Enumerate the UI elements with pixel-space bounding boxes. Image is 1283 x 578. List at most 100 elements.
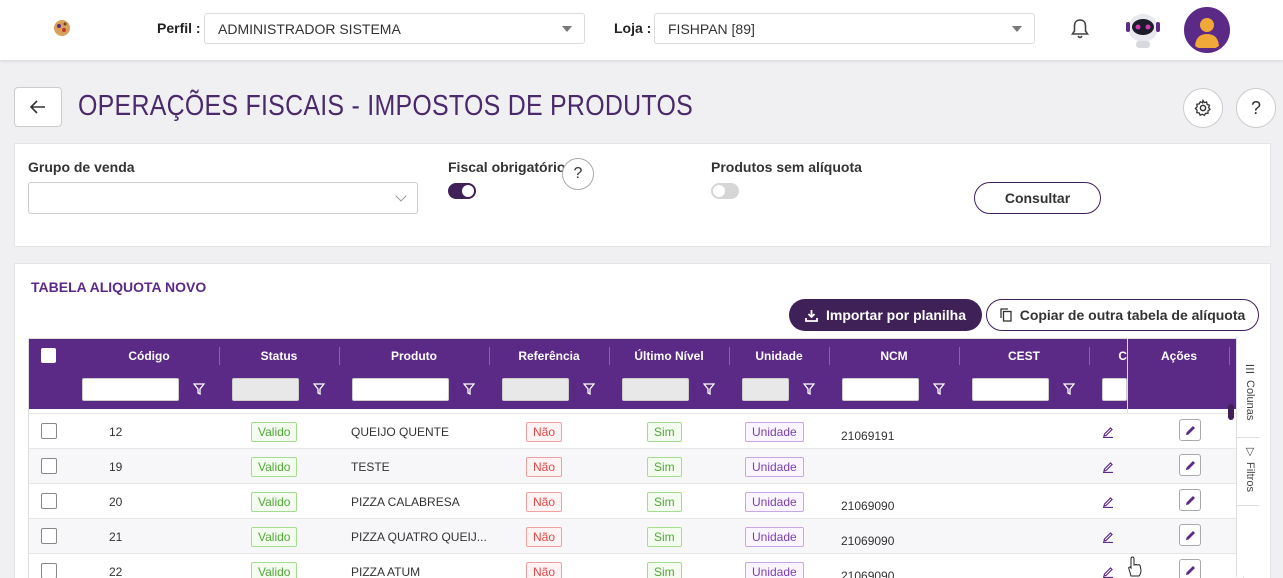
status-badge: Valido (251, 491, 298, 512)
pencil-icon (1185, 565, 1195, 575)
copy-icon (1000, 308, 1012, 322)
filter-input-referencia[interactable] (502, 378, 569, 401)
help-button[interactable]: ? (1236, 88, 1276, 128)
unidade-badge: Unidade (745, 526, 804, 547)
column-header-produto[interactable]: Produto (339, 339, 489, 373)
copy-from-table-button[interactable]: Copiar de outra tabela de alíquota (986, 299, 1259, 331)
bell-icon[interactable] (1070, 18, 1090, 40)
page-title: OPERAÇÕES FISCAIS - IMPOSTOS DE PRODUTOS (78, 90, 693, 122)
fiscal-obrigatorio-label: Fiscal obrigatório (448, 159, 566, 175)
import-spreadsheet-button[interactable]: Importar por planilha (789, 299, 982, 331)
consultar-button[interactable]: Consultar (974, 182, 1101, 214)
cell-produto: QUEIJO QUENTE (351, 424, 450, 439)
row-checkbox[interactable] (41, 458, 57, 474)
filter-icon[interactable] (933, 383, 945, 395)
filter-input-ultimo-nivel[interactable] (622, 378, 689, 401)
side-tab-columns[interactable]: ☰ Colunas (1237, 363, 1259, 427)
filter-input-unidade[interactable] (742, 378, 789, 401)
pencil-icon (1185, 425, 1195, 435)
status-badge: Valido (251, 456, 298, 477)
table-card: TABELA ALIQUOTA NOVO Importar por planil… (14, 263, 1271, 578)
column-header-truncated[interactable]: C (1089, 339, 1127, 373)
filter-icon[interactable] (1063, 383, 1075, 395)
vertical-scrollbar[interactable] (1228, 404, 1234, 420)
filter-icon[interactable] (583, 383, 595, 395)
filter-input-codigo[interactable] (82, 378, 179, 401)
copy-from-table-label: Copiar de outra tabela de alíquota (1019, 307, 1246, 323)
pencil-icon (1185, 530, 1195, 540)
filter-icon[interactable] (313, 383, 325, 395)
status-badge: Valido (251, 561, 298, 578)
pencil-icon (1185, 460, 1195, 470)
row-checkbox[interactable] (41, 493, 57, 509)
back-button[interactable] (14, 87, 62, 127)
cell-produto: PIZZA ATUM (351, 564, 421, 578)
columns-icon: ☰ (1243, 363, 1256, 376)
column-header-status[interactable]: Status (219, 339, 339, 373)
caret-down-icon (1012, 26, 1022, 32)
row-checkbox[interactable] (41, 423, 57, 439)
edit-button[interactable] (1179, 559, 1201, 578)
app-logo-icon[interactable] (52, 18, 72, 38)
cell-codigo: 22 (109, 564, 123, 578)
pencil-icon[interactable] (1102, 461, 1114, 473)
download-icon (805, 309, 818, 322)
row-checkbox[interactable] (41, 528, 57, 544)
select-all-checkbox[interactable] (41, 348, 56, 363)
edit-button[interactable] (1179, 524, 1201, 546)
filter-icon[interactable] (193, 383, 205, 395)
grupo-venda-select[interactable] (28, 182, 418, 214)
cell-ncm: 21069090 (841, 568, 895, 578)
filter-input-produto[interactable] (352, 378, 449, 401)
table-row[interactable]: 21 Valido PIZZA QUATRO QUEIJ... Não Sim … (29, 518, 1243, 553)
unidade-badge: Unidade (745, 456, 804, 477)
produtos-sem-aliquota-toggle[interactable] (711, 183, 739, 199)
pencil-icon[interactable] (1102, 426, 1114, 438)
filter-input-ncm[interactable] (842, 378, 919, 401)
table-row[interactable]: 20 Valido PIZZA CALABRESA Não Sim Unidad… (29, 483, 1243, 518)
pencil-icon[interactable] (1102, 566, 1114, 578)
table-row[interactable]: 22 Valido PIZZA ATUM Não Sim Unidade 210… (29, 553, 1243, 578)
table-row[interactable]: 19 Valido TESTE Não Sim Unidade (29, 448, 1243, 483)
filter-icon[interactable] (803, 383, 815, 395)
user-avatar[interactable] (1184, 7, 1230, 53)
filter-input-status[interactable] (232, 378, 299, 401)
fiscal-obrigatorio-toggle[interactable] (448, 183, 476, 199)
ultimo-nivel-badge: Sim (647, 561, 682, 578)
edit-button[interactable] (1179, 454, 1201, 476)
column-header-referencia[interactable]: Referência (489, 339, 609, 373)
import-spreadsheet-label: Importar por planilha (825, 307, 966, 323)
loja-select-value: FISHPAN [89] (668, 21, 755, 37)
edit-button[interactable] (1179, 489, 1201, 511)
row-checkbox[interactable] (41, 563, 57, 578)
table-row[interactable]: 12 Valido QUEIJO QUENTE Não Sim Unidade … (29, 413, 1243, 448)
filter-icon[interactable] (703, 383, 715, 395)
filter-input-truncated[interactable] (1102, 378, 1127, 401)
column-header-ultimo-nivel[interactable]: Último Nível (609, 339, 729, 373)
cell-codigo: 12 (109, 424, 123, 439)
ultimo-nivel-badge: Sim (647, 526, 682, 547)
robot-assistant-icon[interactable] (1122, 8, 1164, 50)
column-header-acoes: Ações (1160, 349, 1198, 363)
column-header-cest[interactable]: CEST (959, 339, 1089, 373)
column-header-ncm[interactable]: NCM (829, 339, 959, 373)
column-separator (1229, 347, 1230, 365)
referencia-badge: Não (526, 421, 563, 442)
top-bar: Perfil : ADMINISTRADOR SISTEMA Loja : FI… (0, 0, 1283, 60)
perfil-select[interactable]: ADMINISTRADOR SISTEMA (204, 13, 585, 44)
pencil-icon[interactable] (1102, 496, 1114, 508)
pencil-icon[interactable] (1102, 531, 1114, 543)
filter-input-cest[interactable] (972, 378, 1049, 401)
referencia-badge: Não (526, 491, 563, 512)
settings-button[interactable] (1183, 88, 1223, 128)
loja-select[interactable]: FISHPAN [89] (654, 13, 1035, 44)
status-badge: Valido (251, 526, 298, 547)
fiscal-help-button[interactable]: ? (562, 158, 594, 190)
table-title: TABELA ALIQUOTA NOVO (31, 279, 207, 295)
edit-button[interactable] (1179, 419, 1201, 441)
column-header-unidade[interactable]: Unidade (729, 339, 829, 373)
column-header-codigo[interactable]: Código (79, 339, 219, 373)
filter-icon[interactable] (463, 383, 475, 395)
gear-icon (1194, 99, 1211, 117)
side-tab-filters[interactable]: ▽ Filtros (1237, 445, 1259, 505)
